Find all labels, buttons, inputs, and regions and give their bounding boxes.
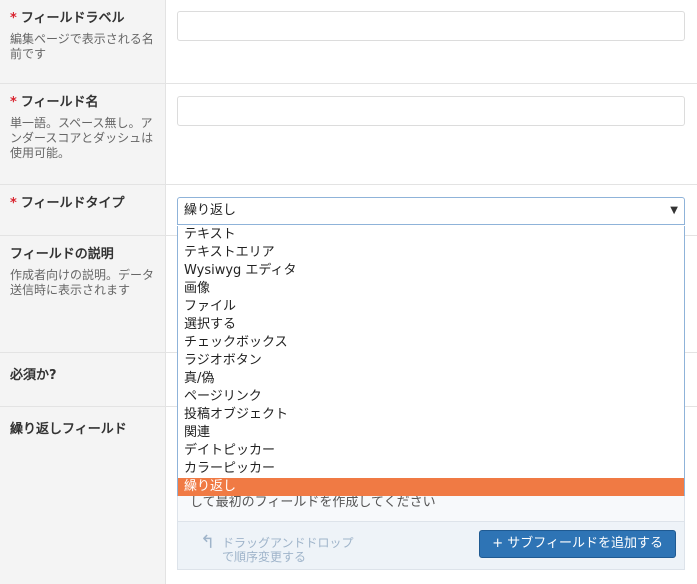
value-column (166, 84, 697, 184)
drag-hint: ドラッグアンドドロップ で順序変更する (222, 536, 354, 564)
label-column: * フィールドタイプ (0, 185, 166, 235)
value-column (166, 0, 697, 83)
field-type-selected-value: 繰り返し (184, 203, 237, 218)
row-field-label: * フィールドラベル 編集ページで表示される名前です (0, 0, 697, 84)
dropdown-option[interactable]: 投稿オブジェクト (178, 406, 684, 424)
required-marker: * (10, 196, 17, 211)
dropdown-option[interactable]: デイトピッカー (178, 442, 684, 460)
field-type-title: * フィールドタイプ (10, 196, 125, 211)
field-type-dropdown-list: テキスト テキストエリア Wysiwyg エディタ 画像 ファイル 選択する チ… (177, 226, 685, 496)
chevron-down-icon: ▼ (670, 205, 678, 216)
dropdown-option[interactable]: ラジオボタン (178, 352, 684, 370)
label-column: フィールドの説明 作成者向けの説明。データ送信時に表示されます (0, 236, 166, 352)
dropdown-option[interactable]: カラーピッカー (178, 460, 684, 478)
field-label-title: * フィールドラベル (10, 11, 125, 26)
field-name-title: * フィールド名 (10, 95, 99, 110)
required-marker: * (10, 95, 17, 110)
label-column: * フィールドラベル 編集ページで表示される名前です (0, 0, 166, 83)
field-name-input[interactable] (177, 96, 685, 126)
dropdown-option-selected[interactable]: 繰り返し (178, 478, 684, 496)
curved-arrow-up-icon: ↰ (200, 532, 216, 553)
dropdown-option[interactable]: 画像 (178, 280, 684, 298)
field-name-help: 単一語。スペース無し。アンダースコアとダッシュは使用可能。 (10, 116, 154, 160)
dropdown-option[interactable]: Wysiwyg エディタ (178, 262, 684, 280)
required-title: 必須か? (10, 368, 57, 383)
dropdown-option[interactable]: チェックボックス (178, 334, 684, 352)
field-label-help: 編集ページで表示される名前です (10, 32, 154, 61)
field-description-help: 作成者向けの説明。データ送信時に表示されます (10, 268, 155, 297)
required-marker: * (10, 11, 17, 26)
field-description-title: フィールドの説明 (10, 247, 114, 262)
field-settings-panel: * フィールドラベル 編集ページで表示される名前です * フィールド名 単一語。スペ… (0, 0, 697, 584)
repeater-footer: ↰ ドラッグアンドドロップ で順序変更する + サブフィールドを追加する (178, 521, 684, 569)
label-column: * フィールド名 単一語。スペース無し。アンダースコアとダッシュは使用可能。 (0, 84, 166, 184)
dropdown-option[interactable]: 真/偽 (178, 370, 684, 388)
repeater-title: 繰り返しフィールド (10, 422, 127, 437)
label-column: 必須か? (0, 353, 166, 406)
dropdown-option[interactable]: 選択する (178, 316, 684, 334)
dropdown-option[interactable]: テキスト (178, 226, 684, 244)
add-subfield-button[interactable]: + サブフィールドを追加する (479, 530, 676, 558)
dropdown-option[interactable]: 関連 (178, 424, 684, 442)
field-type-select[interactable]: 繰り返し ▼ (177, 197, 685, 225)
label-column: 繰り返しフィールド (0, 407, 166, 584)
dropdown-option[interactable]: テキストエリア (178, 244, 684, 262)
dropdown-option[interactable]: ファイル (178, 298, 684, 316)
row-field-name: * フィールド名 単一語。スペース無し。アンダースコアとダッシュは使用可能。 (0, 84, 697, 185)
dropdown-option[interactable]: ページリンク (178, 388, 684, 406)
field-label-input[interactable] (177, 11, 685, 41)
